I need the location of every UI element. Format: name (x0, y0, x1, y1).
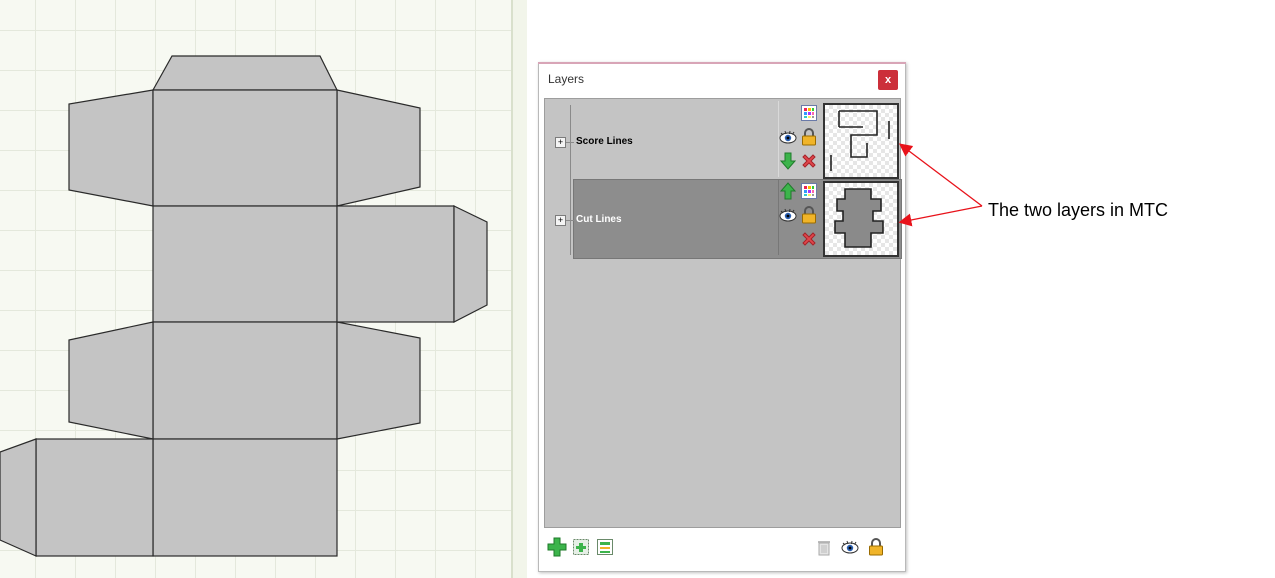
annotation-text: The two layers in MTC (988, 200, 1169, 220)
annotation-arrows (898, 143, 983, 227)
